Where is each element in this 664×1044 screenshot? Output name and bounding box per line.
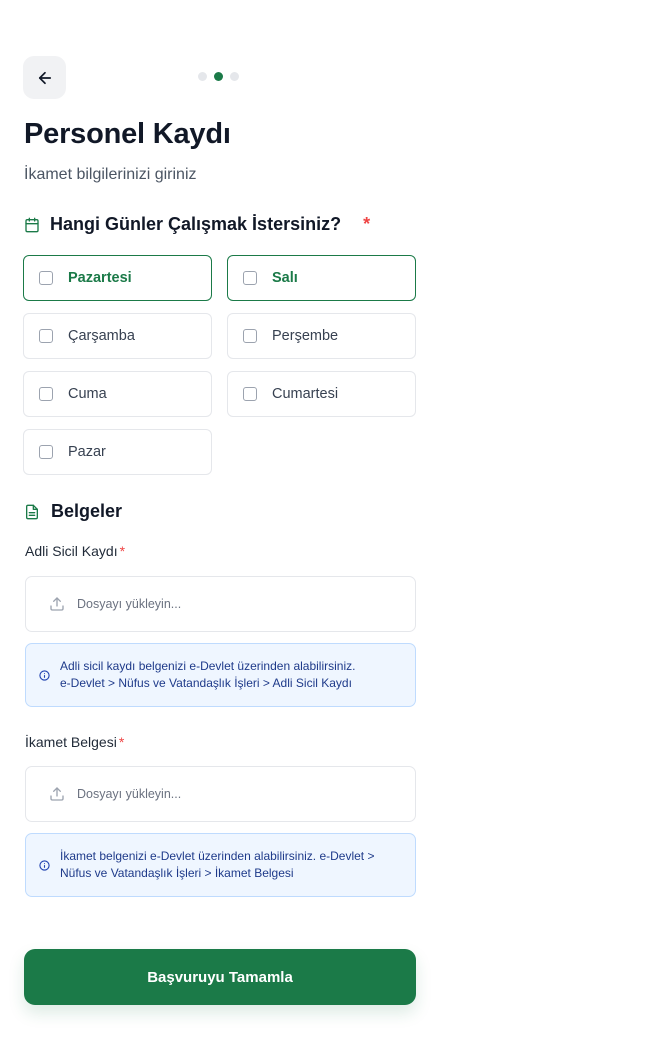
info-line: Adli sicil kaydı belgenizi e-Devlet üzer… xyxy=(60,659,356,673)
days-section-header: Hangi Günler Çalışmak İstersiniz? * xyxy=(24,214,370,235)
checkbox[interactable] xyxy=(243,387,257,401)
upload-placeholder: Dosyayı yükleyin... xyxy=(77,597,182,611)
complete-application-button[interactable]: Başvuruyu Tamamla xyxy=(24,949,416,1005)
day-label: Pazartesi xyxy=(68,270,132,286)
residence-doc-label: İkamet Belgesi * xyxy=(25,734,124,750)
info-icon xyxy=(39,859,50,871)
residence-doc-label-text: İkamet Belgesi xyxy=(25,734,117,750)
upload-icon xyxy=(49,596,65,612)
checkbox[interactable] xyxy=(39,271,53,285)
day-label: Çarşamba xyxy=(68,328,135,344)
info-icon xyxy=(39,669,50,681)
upload-icon xyxy=(49,786,65,802)
day-label: Perşembe xyxy=(272,328,339,344)
residence-doc-info: İkamet belgenizi e-Devlet üzerinden alab… xyxy=(25,833,416,897)
required-mark: * xyxy=(118,734,125,750)
step-dot-1 xyxy=(198,72,207,81)
checkbox[interactable] xyxy=(39,445,53,459)
day-option-carsamba[interactable]: Çarşamba xyxy=(23,313,212,359)
document-icon xyxy=(24,503,40,521)
residence-doc-upload[interactable]: Dosyayı yükleyin... xyxy=(25,766,416,822)
documents-section-title: Belgeler xyxy=(51,501,123,521)
page-title: Personel Kaydı xyxy=(24,118,231,150)
upload-placeholder: Dosyayı yükleyin... xyxy=(77,787,182,801)
day-option-persembe[interactable]: Perşembe xyxy=(227,313,416,359)
info-text: Adli sicil kaydı belgenizi e-Devlet üzer… xyxy=(60,658,355,692)
criminal-record-label: Adli Sicil Kaydı * xyxy=(25,543,125,559)
days-section-title: Hangi Günler Çalışmak İstersiniz? xyxy=(50,214,342,234)
criminal-record-upload[interactable]: Dosyayı yükleyin... xyxy=(25,576,416,632)
info-line: İkamet belgenizi e-Devlet üzerinden alab… xyxy=(60,849,375,863)
documents-section-header: Belgeler xyxy=(24,501,122,522)
checkbox[interactable] xyxy=(39,329,53,343)
page-subtitle: İkamet bilgilerinizi giriniz xyxy=(24,166,197,183)
step-dot-2-active xyxy=(214,72,223,81)
required-mark: * xyxy=(119,543,126,559)
day-label: Cumartesi xyxy=(272,386,339,402)
criminal-record-info: Adli sicil kaydı belgenizi e-Devlet üzer… xyxy=(25,643,416,707)
calendar-icon xyxy=(24,217,40,233)
day-label: Salı xyxy=(272,270,298,286)
day-option-cuma[interactable]: Cuma xyxy=(23,371,212,417)
criminal-record-label-text: Adli Sicil Kaydı xyxy=(25,543,118,559)
day-option-cumartesi[interactable]: Cumartesi xyxy=(227,371,416,417)
info-line: Nüfus ve Vatandaşlık İşleri > İkamet Bel… xyxy=(60,866,294,880)
day-label: Pazar xyxy=(68,444,106,460)
checkbox[interactable] xyxy=(243,329,257,343)
required-mark: * xyxy=(363,214,371,234)
checkbox[interactable] xyxy=(243,271,257,285)
arrow-left-icon xyxy=(36,69,54,87)
day-option-pazartesi[interactable]: Pazartesi xyxy=(23,255,212,301)
day-option-sali[interactable]: Salı xyxy=(227,255,416,301)
info-text: İkamet belgenizi e-Devlet üzerinden alab… xyxy=(60,848,374,882)
day-option-pazar[interactable]: Pazar xyxy=(23,429,212,475)
checkbox[interactable] xyxy=(39,387,53,401)
info-line: e-Devlet > Nüfus ve Vatandaşlık İşleri >… xyxy=(60,676,352,690)
back-button[interactable] xyxy=(23,56,66,99)
step-indicator xyxy=(198,72,239,81)
step-dot-3 xyxy=(230,72,239,81)
day-label: Cuma xyxy=(68,386,107,402)
